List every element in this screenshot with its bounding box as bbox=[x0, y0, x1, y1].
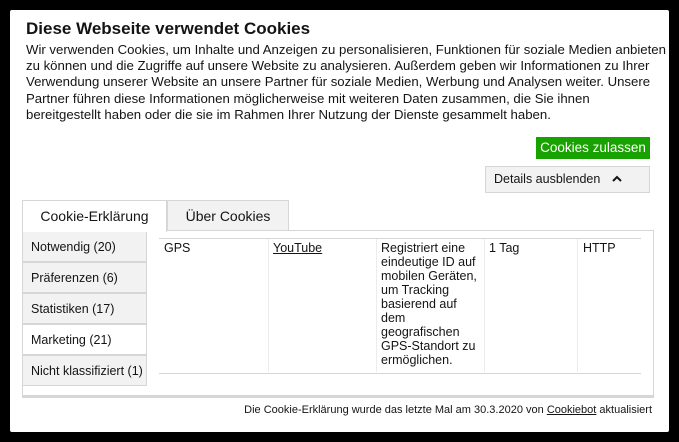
tab-cookie-declaration[interactable]: Cookie-Erklärung bbox=[22, 200, 167, 232]
category-necessary[interactable]: Notwendig (20) bbox=[22, 231, 147, 262]
column-divider bbox=[376, 239, 377, 372]
cookie-type: HTTP bbox=[583, 241, 616, 255]
column-divider bbox=[484, 239, 485, 372]
category-preferences[interactable]: Präferenzen (6) bbox=[22, 262, 147, 293]
footer-text-before: Die Cookie-Erklärung wurde das letzte Ma… bbox=[244, 404, 544, 416]
chevron-up-icon bbox=[612, 167, 622, 192]
category-marketing[interactable]: Marketing (21) bbox=[22, 324, 147, 355]
allow-cookies-button[interactable]: Cookies zulassen bbox=[536, 137, 650, 159]
table-top-border bbox=[159, 238, 641, 239]
dialog-description: Wir verwenden Cookies, um Inhalte und An… bbox=[26, 42, 666, 122]
category-unclassified[interactable]: Nicht klassifiziert (1) bbox=[22, 355, 147, 386]
cookie-dialog: Diese Webseite verwendet Cookies Wir ver… bbox=[10, 10, 669, 432]
cookiebot-link[interactable]: Cookiebot bbox=[547, 404, 597, 416]
hide-details-label: Details ausblenden bbox=[494, 172, 601, 186]
category-statistics[interactable]: Statistiken (17) bbox=[22, 293, 147, 324]
footer-note: Die Cookie-Erklärung wurde das letzte Ma… bbox=[244, 404, 652, 416]
hide-details-button[interactable]: Details ausblenden bbox=[485, 166, 650, 193]
cookie-expiry: 1 Tag bbox=[489, 241, 520, 255]
cookie-purpose: Registriert eine eindeutige ID auf mobil… bbox=[381, 241, 477, 367]
dialog-title: Diese Webseite verwendet Cookies bbox=[26, 19, 311, 38]
footer-text-after: aktualisiert bbox=[599, 404, 652, 416]
tab-about-cookies[interactable]: Über Cookies bbox=[167, 200, 289, 231]
cookie-name: GPS bbox=[164, 241, 191, 255]
column-divider bbox=[268, 239, 269, 372]
cookie-provider-link[interactable]: YouTube bbox=[273, 241, 322, 255]
cookie-provider-cell: YouTube bbox=[273, 241, 371, 255]
column-divider bbox=[577, 239, 578, 372]
table-bottom-border bbox=[159, 373, 641, 374]
